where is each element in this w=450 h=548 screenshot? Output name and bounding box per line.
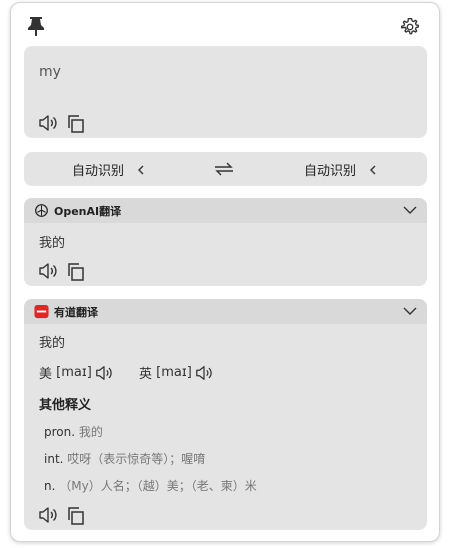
youdao-logo-icon xyxy=(34,304,49,319)
source-language-label: 自动识别 xyxy=(72,164,125,179)
other-meanings-title: 其他释义 xyxy=(39,398,92,413)
definition-row: int. 哎呀（表示惊奇等）；喔唷 xyxy=(44,450,205,467)
speaker-icon[interactable] xyxy=(195,364,213,382)
definition-meaning: （My）人名；（越）美；（老、柬）米 xyxy=(59,479,257,493)
chevron-left-icon xyxy=(370,165,376,174)
uk-phonetic-text: [maɪ] xyxy=(156,365,192,380)
us-phonetic-text: [maɪ] xyxy=(56,365,92,380)
uk-label: 英 xyxy=(139,367,153,382)
speaker-icon[interactable] xyxy=(38,261,58,281)
pin-icon[interactable] xyxy=(27,16,45,36)
gear-icon[interactable] xyxy=(400,17,420,37)
source-text[interactable]: my xyxy=(39,64,61,80)
source-input-card[interactable]: my xyxy=(24,46,427,138)
top-bar xyxy=(11,3,441,47)
openai-translation: 我的 xyxy=(39,236,66,251)
openai-service-name: OpenAI翻译 xyxy=(54,205,122,218)
definition-meaning: 哎呀（表示惊奇等）；喔唷 xyxy=(67,452,206,466)
definition-meaning: 我的 xyxy=(78,425,103,439)
copy-icon[interactable] xyxy=(66,262,86,282)
copy-icon[interactable] xyxy=(66,114,86,134)
definition-row: n. （My）人名；（越）美；（老、柬）米 xyxy=(44,477,257,494)
chevron-down-icon[interactable] xyxy=(403,306,417,316)
target-language-select[interactable]: 自动识别 xyxy=(304,160,378,179)
speaker-icon[interactable] xyxy=(38,505,58,525)
definition-pos: int. xyxy=(44,452,64,466)
copy-icon[interactable] xyxy=(66,506,86,526)
chevron-left-icon xyxy=(138,165,144,174)
uk-phonetic: 英 [maɪ] xyxy=(139,363,213,382)
youdao-result-card: 有道翻译 我的 美 [maɪ] 英 [maɪ] 其他释义 pron. 我的 in… xyxy=(24,299,427,530)
target-language-label: 自动识别 xyxy=(304,164,357,179)
definition-pos: pron. xyxy=(44,425,76,439)
youdao-service-name: 有道翻译 xyxy=(54,306,98,319)
youdao-translation: 我的 xyxy=(39,336,66,351)
definition-pos: n. xyxy=(44,479,56,493)
translator-window: my 自动识别 自动识别 OpenAI翻译 我的 有道翻译 我的 美 [maɪ]… xyxy=(10,2,440,542)
us-phonetic: 美 [maɪ] xyxy=(39,363,113,382)
swap-languages-icon[interactable] xyxy=(213,160,235,178)
source-language-select[interactable]: 自动识别 xyxy=(72,160,146,179)
openai-header[interactable]: OpenAI翻译 xyxy=(24,198,427,223)
us-label: 美 xyxy=(39,367,53,382)
youdao-header[interactable]: 有道翻译 xyxy=(24,299,427,324)
speaker-icon[interactable] xyxy=(38,113,58,133)
chevron-down-icon[interactable] xyxy=(403,205,417,215)
speaker-icon[interactable] xyxy=(95,364,113,382)
openai-logo-icon xyxy=(34,203,49,218)
openai-result-card: OpenAI翻译 我的 xyxy=(24,198,427,286)
definition-row: pron. 我的 xyxy=(44,423,103,440)
language-bar: 自动识别 自动识别 xyxy=(24,152,427,186)
